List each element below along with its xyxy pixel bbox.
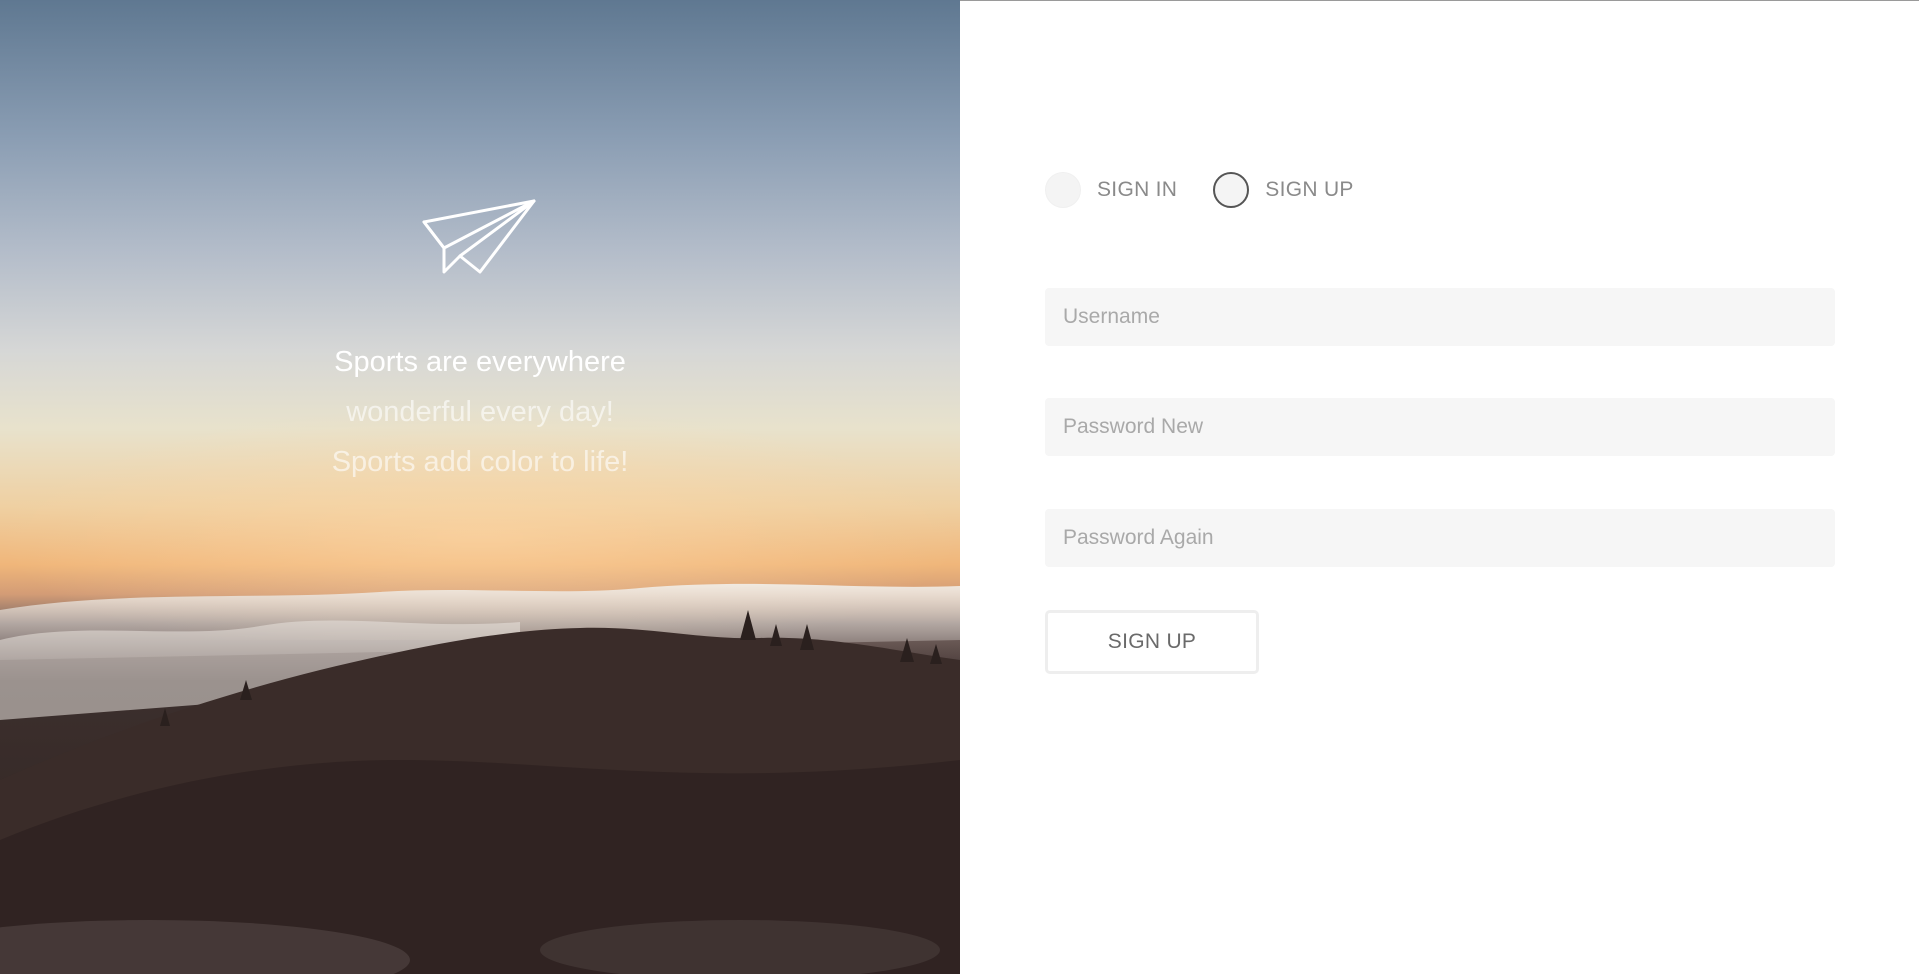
signup-page: Sports are everywhere wonderful every da… [0,0,1919,974]
tab-sign-up-label: SIGN UP [1265,178,1354,201]
hero-tagline-3: Sports add color to life! [331,446,629,478]
sign-up-button[interactable]: SIGN UP [1045,610,1259,674]
auth-mode-tabs: SIGN IN SIGN UP [1045,171,1354,209]
hero-panel: Sports are everywhere wonderful every da… [0,0,960,974]
paper-plane-icon [422,199,536,274]
hero-background-image [0,380,960,974]
tab-sign-in-label: SIGN IN [1097,178,1178,201]
hero-tagline-1: Sports are everywhere [334,346,626,378]
password-new-input[interactable] [1045,398,1835,456]
top-divider [960,0,1919,1]
hero-tagline-2: wonderful every day! [346,396,614,428]
password-again-input[interactable] [1045,509,1835,567]
sign-up-radio[interactable] [1213,172,1250,208]
username-input[interactable] [1045,288,1835,346]
sign-in-radio[interactable] [1045,172,1081,208]
tab-sign-up[interactable]: SIGN UP [1213,172,1353,208]
tab-sign-in[interactable]: SIGN IN [1045,172,1177,208]
